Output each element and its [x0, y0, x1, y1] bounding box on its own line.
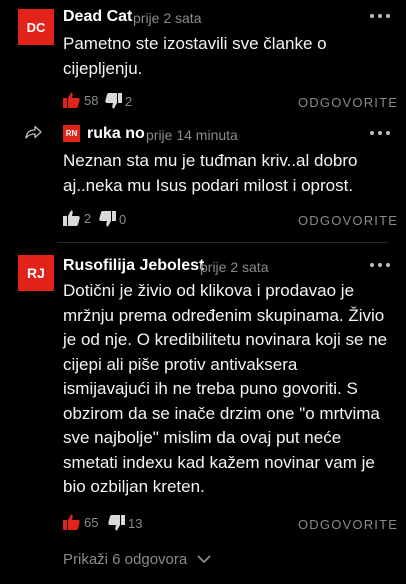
like-button[interactable]: 65	[63, 514, 98, 530]
comment-text: Dotični je živio od klikova i prodavao j…	[63, 279, 403, 500]
like-count: 65	[84, 514, 99, 530]
thumbs-down-icon	[99, 211, 116, 227]
comment-text-line: sve najbolje" mislim da ovaj put neće	[63, 428, 342, 447]
comment-text-line: Neznan sta mu je tuđman kriv..al dobro	[63, 151, 358, 170]
like-button[interactable]: 58	[63, 92, 98, 108]
reply-arrow-icon	[25, 125, 42, 139]
avatar[interactable]: DC	[18, 9, 54, 45]
divider	[57, 242, 388, 243]
thumbs-down-icon	[108, 515, 125, 531]
more-options-icon[interactable]	[370, 128, 390, 138]
comment-author[interactable]: Rusofilija Jebolest	[63, 257, 204, 275]
dislike-button[interactable]: 0	[99, 211, 126, 227]
comment-text-line: bio ozbiljan kreten.	[63, 477, 205, 496]
thumbs-up-icon	[63, 92, 80, 108]
comment-text-line: je od nje. O kredibilitetu novinara koji…	[63, 330, 388, 349]
thumbs-up-icon	[63, 210, 80, 226]
dislike-count: 2	[125, 93, 133, 109]
more-options-icon[interactable]	[370, 260, 390, 270]
comment-text-line: cijepljenju.	[63, 58, 143, 78]
comment-text: Neznan sta mu je tuđman kriv..al dobro a…	[63, 149, 398, 198]
comment-text-line: aj..neka mu Isus podari milost i oprost.	[63, 175, 354, 195]
like-count: 2	[84, 210, 92, 226]
comment-time: prije 2 sata	[133, 10, 202, 26]
reply-button[interactable]: ODGOVORITE	[298, 517, 398, 532]
more-options-icon[interactable]	[370, 11, 390, 21]
reply-button[interactable]: ODGOVORITE	[298, 95, 398, 110]
show-replies-label: Prikaži 6 odgovora	[63, 551, 188, 568]
comment-text: Pametno ste izostavili sve članke o cije…	[63, 32, 393, 81]
like-button[interactable]: 2	[63, 210, 91, 226]
like-count: 58	[84, 92, 99, 108]
thumbs-up-icon	[63, 514, 80, 530]
thumbs-down-icon	[105, 93, 122, 109]
show-replies-button[interactable]: Prikaži 6 odgovora	[63, 551, 211, 568]
avatar[interactable]: RJ	[18, 255, 54, 291]
comment-author[interactable]: Dead Cat	[63, 8, 132, 26]
comment-text-line: Dotični je živio od klikova i prodavao j…	[63, 281, 355, 300]
comment-text-line: mržnju prema određenim skupinama. Živio	[63, 305, 385, 325]
dislike-button[interactable]: 2	[105, 93, 132, 109]
dislike-button[interactable]: 13	[108, 515, 142, 531]
comment-time: prije 14 minuta	[146, 127, 238, 143]
comment-text-line: cijepi ali piše protiv antivaksera	[63, 354, 298, 374]
comment-author[interactable]: ruka no	[87, 125, 145, 143]
comment-text-line: obzirom da se inače drzim one "o mrtvima	[63, 403, 380, 423]
comment-time: prije 2 sata	[200, 259, 269, 275]
comment-text-line: ismijavajući ih ne treba puno govoriti. …	[63, 379, 358, 398]
chevron-down-icon	[197, 555, 211, 563]
dislike-count: 13	[128, 515, 143, 531]
reply-button[interactable]: ODGOVORITE	[298, 213, 398, 228]
avatar[interactable]: RN	[63, 125, 80, 142]
dislike-count: 0	[119, 211, 127, 227]
comment-text-line: Pametno ste izostavili sve članke o	[63, 34, 327, 53]
comment-text-line: smetati indexu kad kažem novinar vam je	[63, 452, 375, 472]
